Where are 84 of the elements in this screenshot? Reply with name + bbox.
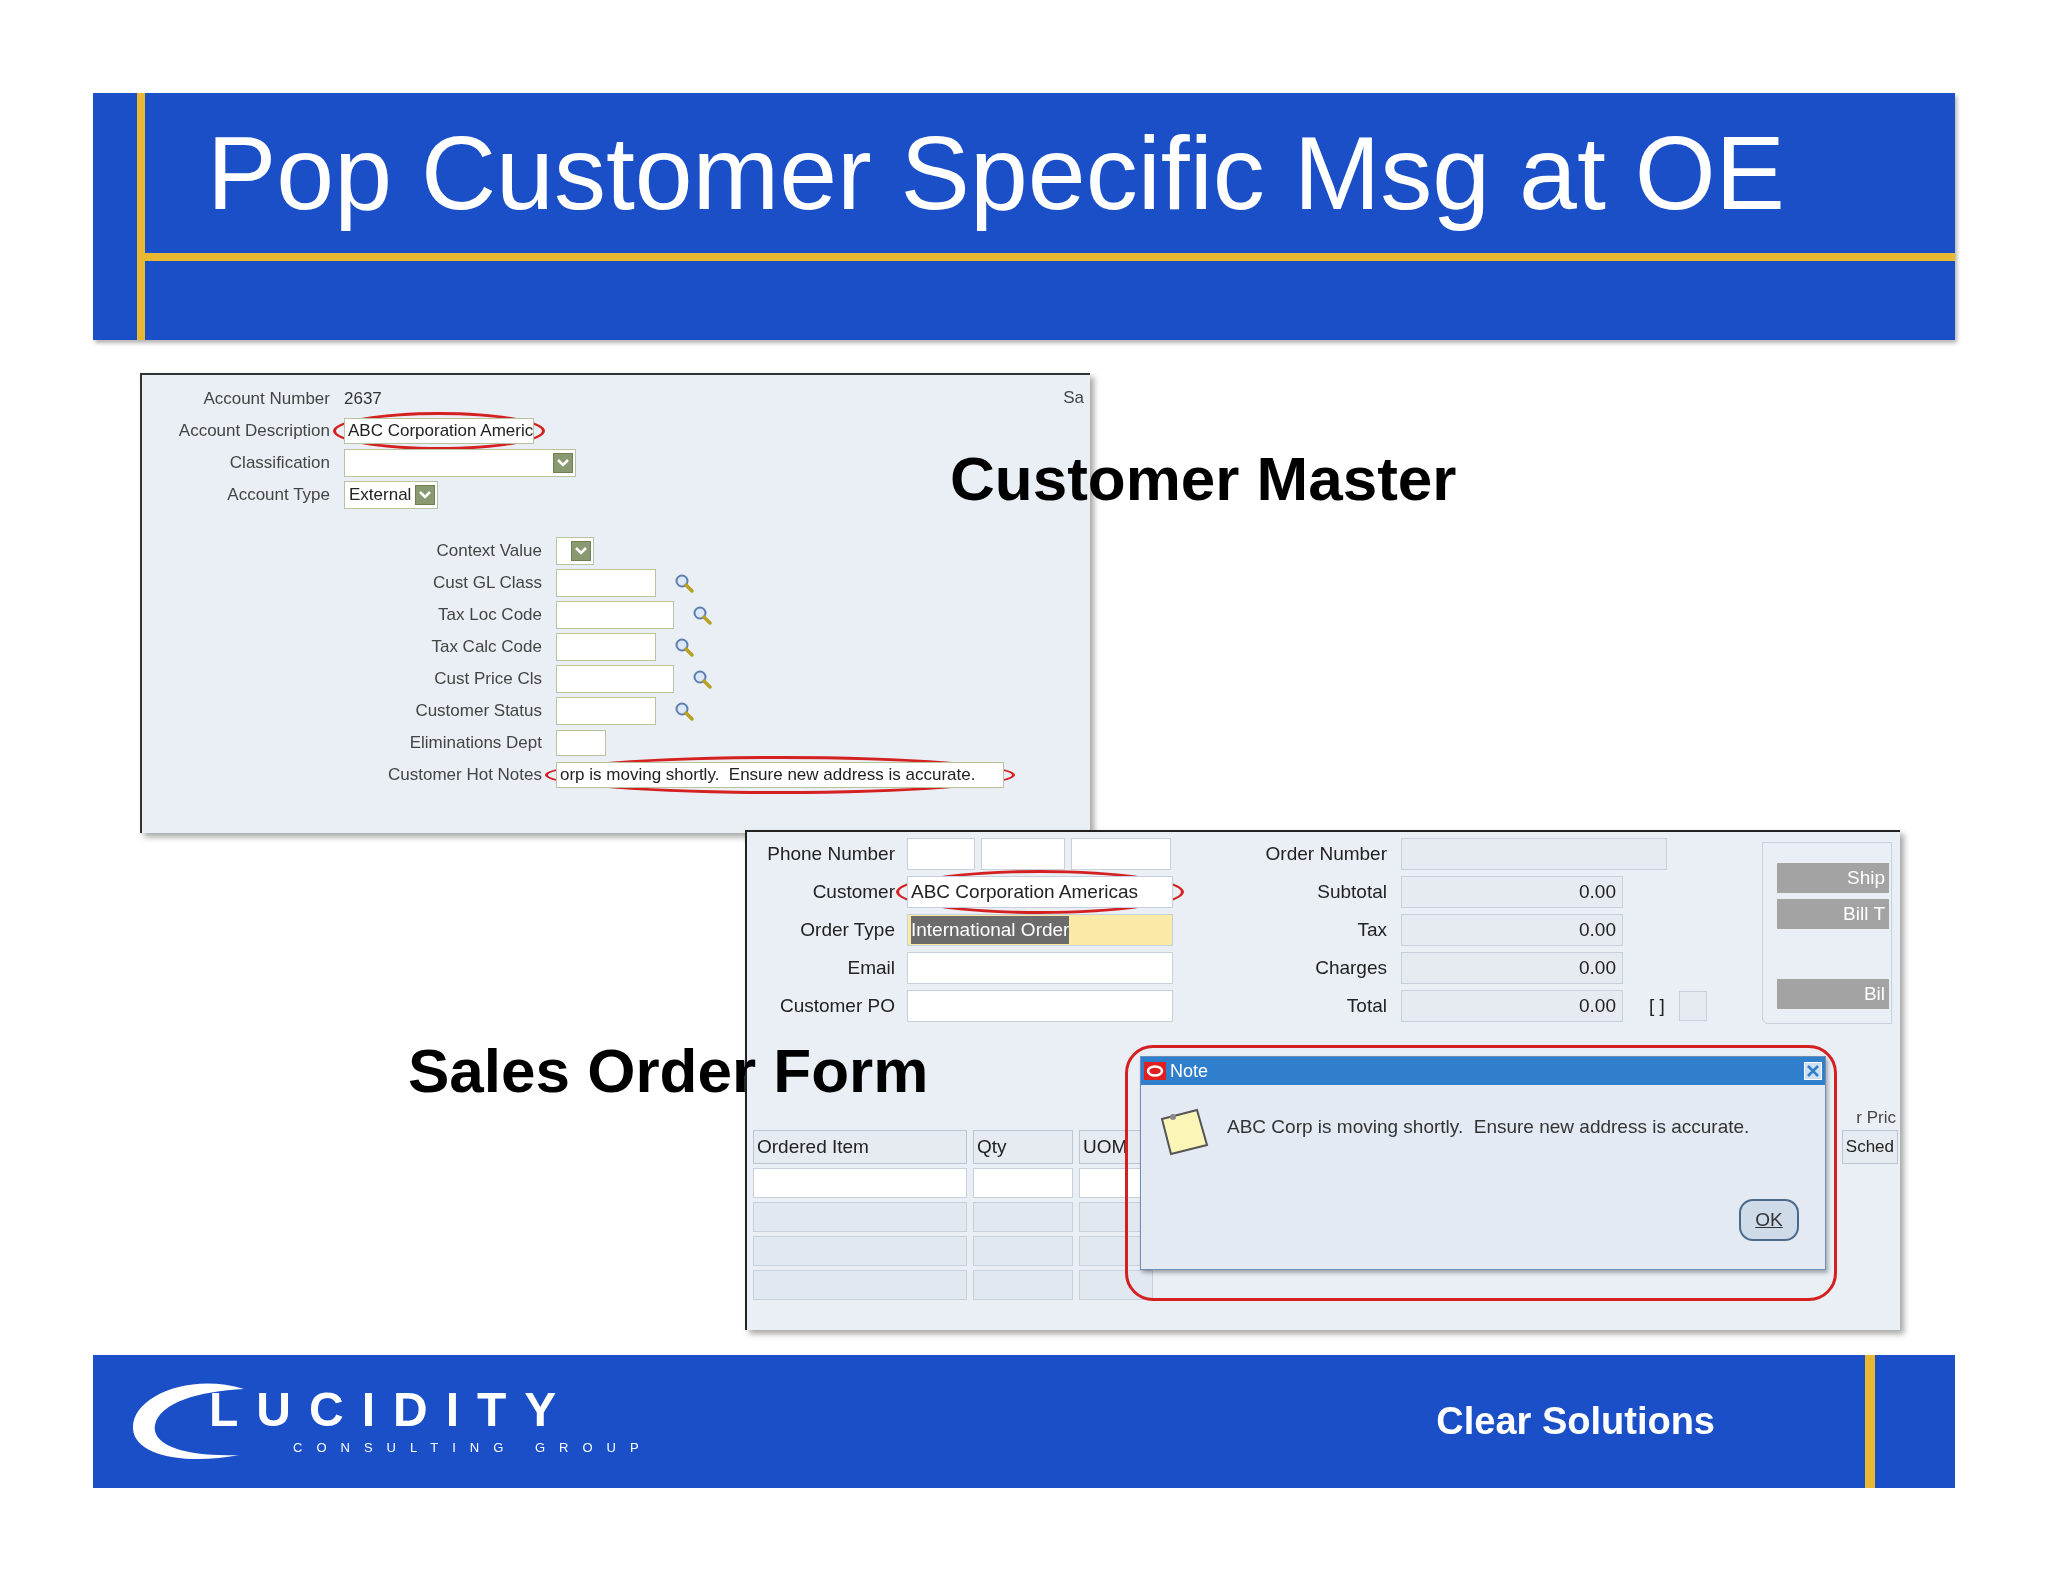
bracket-text: [ ]	[1649, 993, 1665, 1018]
field-label: Order Number	[1265, 841, 1387, 866]
table-cell[interactable]	[753, 1236, 967, 1266]
amount-field[interactable]: 0.00	[1401, 952, 1623, 984]
dropdown-field[interactable]	[556, 537, 594, 565]
field-value: 2637	[344, 388, 382, 411]
field-label: Charges	[1315, 955, 1387, 980]
input-field[interactable]	[556, 697, 656, 725]
amount-field[interactable]: 0.00	[1401, 876, 1623, 908]
input-field[interactable]	[1678, 991, 1707, 1021]
table-cell[interactable]	[753, 1270, 967, 1300]
input-field[interactable]	[556, 633, 656, 661]
amount-field[interactable]: 0.00	[1401, 990, 1623, 1022]
search-icon[interactable]	[692, 605, 712, 625]
search-icon[interactable]	[674, 573, 694, 593]
logo-wordmark: LUCIDITY	[209, 1385, 576, 1434]
table-cell[interactable]	[973, 1168, 1073, 1198]
search-icon[interactable]	[674, 701, 694, 721]
field-label: Cust Price Cls	[434, 668, 542, 691]
input-field[interactable]	[556, 601, 674, 629]
input-field[interactable]: International Order	[907, 914, 1173, 946]
table-cell[interactable]	[1079, 1270, 1153, 1300]
input-field[interactable]	[556, 665, 674, 693]
field-label: Account Description	[178, 420, 330, 443]
table-cell[interactable]	[973, 1270, 1073, 1300]
input-field[interactable]	[1071, 838, 1171, 870]
dropdown-button[interactable]	[553, 453, 573, 473]
amount-field[interactable]: 0.00	[1401, 914, 1623, 946]
input-field[interactable]	[556, 730, 606, 756]
column-header[interactable]: Qty	[973, 1130, 1073, 1164]
input-field[interactable]: ABC Corporation Americ	[344, 418, 534, 444]
dialog-message: ABC Corp is moving shortly. Ensure new address is accurate.	[1227, 1115, 1750, 1139]
table-cell[interactable]	[973, 1202, 1073, 1232]
chevron-down-icon	[575, 547, 587, 555]
input-field[interactable]	[907, 990, 1173, 1022]
input-field[interactable]	[907, 952, 1173, 984]
field-label: Total	[1346, 993, 1387, 1018]
field-label: Customer	[812, 879, 895, 904]
field-label: Customer Status	[415, 700, 542, 723]
field-label: Customer PO	[779, 993, 895, 1018]
column-header[interactable]: Ordered Item	[753, 1130, 967, 1164]
field-label: Customer Hot Notes	[388, 764, 542, 787]
input-field[interactable]	[981, 838, 1065, 870]
field-label: Account Number	[203, 388, 330, 411]
input-field[interactable]	[907, 838, 975, 870]
dropdown-field[interactable]	[344, 449, 576, 477]
field-label: Subtotal	[1317, 879, 1387, 904]
dropdown-field[interactable]: External	[344, 481, 439, 509]
input-field[interactable]: ABC Corporation Americas	[907, 876, 1173, 908]
input-field[interactable]: orp is moving shortly. Ensure new address is accurate.	[556, 762, 1004, 788]
field-label: Tax Calc Code	[431, 636, 542, 659]
field-label: Cust GL Class	[433, 572, 542, 595]
field-label: Account Type	[227, 484, 330, 507]
table-cell[interactable]	[753, 1168, 967, 1198]
chevron-down-icon	[419, 491, 432, 499]
app-logo-icon	[1144, 1062, 1166, 1080]
field-label: Phone Number	[767, 841, 895, 866]
input-field[interactable]	[556, 569, 656, 597]
amount-field[interactable]	[1401, 838, 1667, 870]
close-icon[interactable]	[1804, 1062, 1822, 1080]
column-header-text: r Pric	[1856, 1106, 1896, 1129]
field-label: Tax	[1357, 917, 1387, 942]
field-label: Classification	[229, 452, 330, 475]
search-icon[interactable]	[674, 637, 694, 657]
field-label: Order Type	[800, 917, 895, 942]
search-icon[interactable]	[692, 669, 712, 689]
table-cell[interactable]	[753, 1202, 967, 1232]
note-paper-icon	[1159, 1107, 1211, 1157]
slogan: Clear Solutions	[1436, 1399, 1715, 1444]
field-label: Context Value	[436, 540, 542, 563]
field-label: Eliminations Dept	[409, 732, 542, 755]
cut-off-label: Sa	[1063, 387, 1084, 409]
dialog-title: Note	[1170, 1059, 1209, 1083]
field-label: Email	[847, 955, 895, 980]
table-cell[interactable]	[973, 1236, 1073, 1266]
dropdown-button[interactable]	[571, 541, 591, 561]
chevron-down-icon	[557, 459, 569, 467]
logo-subtitle: CONSULTING GROUP	[293, 1438, 653, 1457]
ok-button[interactable]: OK	[1739, 1199, 1799, 1241]
caption: Customer Master	[950, 443, 1457, 515]
slide-title: Pop Customer Specific Msg at OE	[207, 114, 1785, 233]
dropdown-button[interactable]	[415, 485, 436, 505]
column-header[interactable]: Sched	[1841, 1130, 1898, 1164]
field-label: Tax Loc Code	[438, 604, 542, 627]
